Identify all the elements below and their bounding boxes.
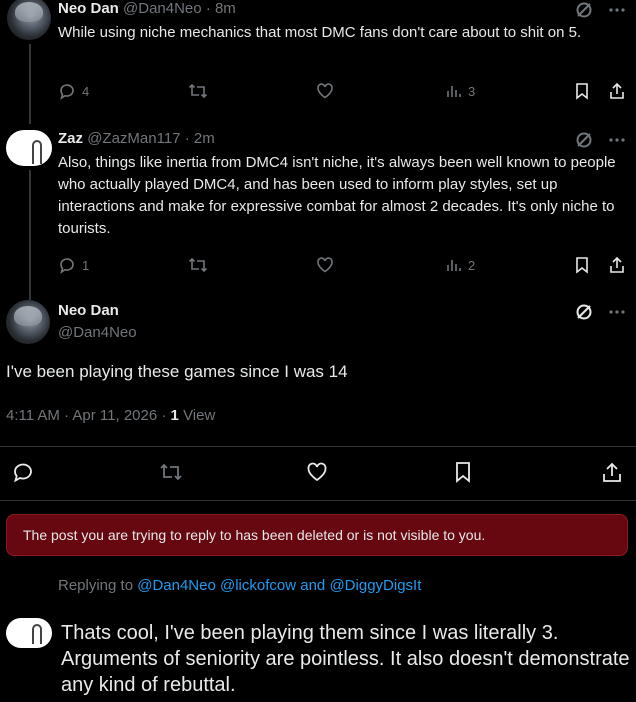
- deleted-post-banner: The post you are trying to reply to has …: [6, 514, 628, 556]
- thread-line: [29, 170, 31, 300]
- grok-icon[interactable]: [574, 0, 594, 20]
- reply-button[interactable]: 4: [58, 82, 89, 100]
- view-label: View: [183, 407, 216, 424]
- reply-button[interactable]: 1: [58, 256, 89, 274]
- like-button[interactable]: [316, 82, 334, 100]
- more-icon[interactable]: [608, 1, 626, 19]
- mention-diggydigsit[interactable]: @DiggyDigsIt: [329, 577, 421, 594]
- retweet-icon[interactable]: [159, 461, 183, 488]
- view-count: 1: [170, 407, 179, 424]
- grok-icon[interactable]: [574, 302, 594, 322]
- tweet-header: Neo Dan @Dan4Neo · 8m: [58, 0, 236, 17]
- reply-text: Thats cool, I've been playing them since…: [61, 622, 630, 696]
- reply-count: 4: [82, 83, 90, 99]
- banner-text: The post you are trying to reply to has …: [23, 527, 486, 543]
- mention-lickofcow[interactable]: @lickofcow: [220, 577, 296, 594]
- retweet-icon: [188, 82, 208, 100]
- divider: [0, 500, 636, 501]
- share-button[interactable]: [608, 82, 626, 100]
- tweet-time[interactable]: · 8m: [206, 0, 236, 17]
- bookmark-button[interactable]: [574, 82, 590, 100]
- author-handle[interactable]: @Dan4Neo: [58, 324, 137, 341]
- share-icon[interactable]: [601, 461, 623, 488]
- author-handle[interactable]: @Dan4Neo: [123, 0, 202, 17]
- replying-to: Replying to @Dan4Neo @lickofcow and @Dig…: [58, 577, 421, 594]
- retweet-button[interactable]: [188, 256, 208, 274]
- views-count: 3: [468, 83, 476, 99]
- author-handle[interactable]: @ZazMan117: [87, 130, 180, 147]
- reply-count: 1: [82, 257, 90, 273]
- reply-icon[interactable]: [12, 461, 34, 488]
- tweet-text: While using niche mechanics that most DM…: [58, 24, 582, 41]
- author-name[interactable]: Zaz: [58, 130, 83, 147]
- share-icon: [608, 82, 626, 100]
- bookmark-icon: [574, 82, 590, 100]
- avatar[interactable]: [6, 300, 50, 344]
- replying-to-label: Replying to: [58, 577, 138, 594]
- views-count: 2: [468, 257, 476, 273]
- like-icon[interactable]: [306, 461, 328, 488]
- more-icon[interactable]: [608, 303, 626, 321]
- views-button[interactable]: 2: [444, 256, 475, 274]
- share-icon: [608, 256, 626, 274]
- main-tweet-actions: [0, 461, 636, 485]
- tweet-neo-dan-1[interactable]: Neo Dan @Dan4Neo · 8m While using niche …: [0, 0, 636, 124]
- and-label: and: [300, 577, 326, 594]
- tweet-header: Zaz @ZazMan117 · 2m: [58, 130, 215, 147]
- reply-composer[interactable]: Thats cool, I've been playing them since…: [61, 620, 631, 698]
- avatar[interactable]: [7, 0, 51, 40]
- composer-avatar[interactable]: [6, 618, 52, 648]
- more-icon[interactable]: [608, 131, 626, 149]
- retweet-button[interactable]: [188, 82, 208, 100]
- share-button[interactable]: [608, 256, 626, 274]
- views-button[interactable]: 3: [444, 82, 475, 100]
- retweet-icon: [188, 256, 208, 274]
- tweet-timestamp: 4:11 AM · Apr 11, 2026 · 1 View: [6, 407, 215, 424]
- like-button[interactable]: [316, 256, 334, 274]
- tweet-time[interactable]: · 2m: [185, 130, 215, 147]
- mention-dan4neo[interactable]: @Dan4Neo: [137, 577, 216, 594]
- avatar-glyph: [32, 140, 42, 164]
- like-icon: [316, 256, 334, 274]
- author-name-text: Neo Dan: [58, 302, 119, 319]
- tweet-text: I've been playing these games since I wa…: [6, 362, 348, 381]
- views-icon: [444, 256, 462, 274]
- tweet-zaz[interactable]: Zaz @ZazMan117 · 2m Also, things like in…: [0, 118, 636, 300]
- author-name[interactable]: Neo Dan: [58, 0, 119, 17]
- bookmark-icon[interactable]: [453, 461, 473, 488]
- avatar[interactable]: [6, 130, 52, 166]
- thread-line: [29, 44, 31, 124]
- avatar-glyph: [32, 624, 42, 644]
- grok-icon[interactable]: [574, 130, 594, 150]
- bookmark-button[interactable]: [574, 256, 590, 274]
- like-icon: [316, 82, 334, 100]
- tweet-actions: 1 2: [58, 256, 628, 276]
- tweet-actions: 4 3: [58, 82, 628, 102]
- reply-icon: [58, 256, 76, 274]
- reply-icon: [58, 82, 76, 100]
- divider: [0, 446, 636, 447]
- bookmark-icon: [574, 256, 590, 274]
- timestamp-text[interactable]: 4:11 AM · Apr 11, 2026 ·: [6, 407, 171, 424]
- views-icon: [444, 82, 462, 100]
- tweet-text: Also, things like inertia from DMC4 isn'…: [58, 154, 616, 237]
- author-name[interactable]: Neo Dan: [58, 302, 119, 319]
